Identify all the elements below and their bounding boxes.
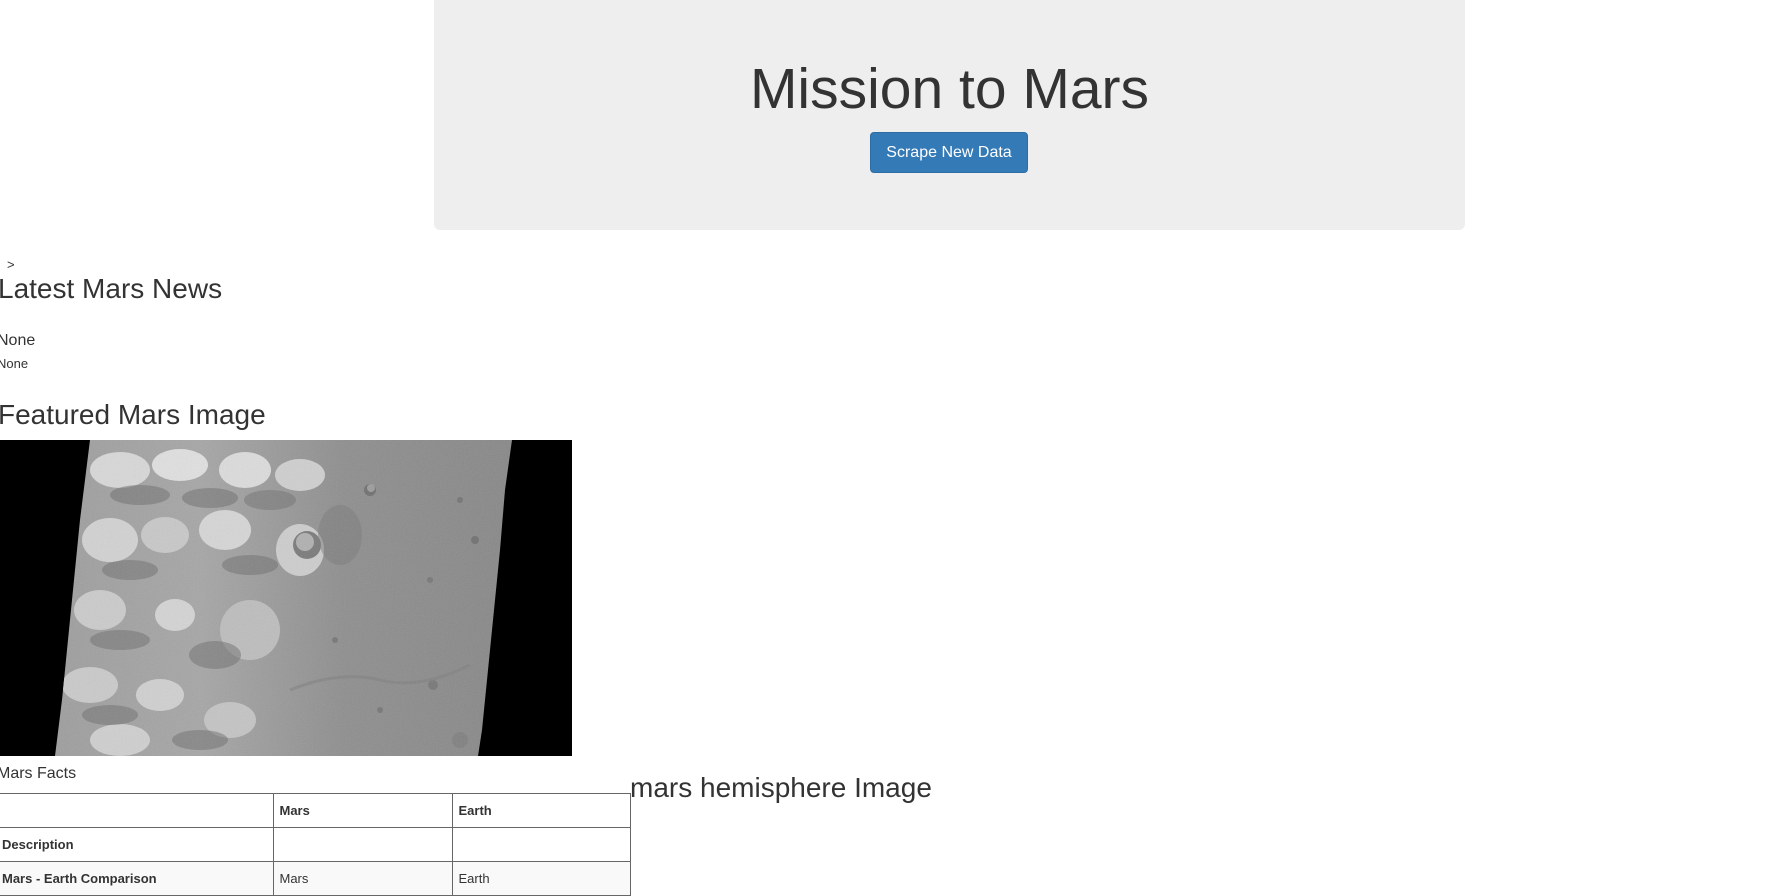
featured-image-heading: Featured Mars Image — [0, 399, 266, 430]
row-label: Description — [0, 827, 274, 862]
mars-terrain-photo — [0, 440, 572, 756]
news-paragraph: None — [0, 356, 29, 371]
mars-facts-table: Mars Earth Description Mars - Earth Comp… — [0, 793, 631, 896]
featured-mars-image — [0, 440, 572, 756]
table-row: Mars - Earth Comparison Mars Earth — [0, 861, 631, 896]
stray-text: > — [7, 257, 15, 272]
column-header — [0, 793, 274, 828]
latest-news-heading: Latest Mars News — [0, 273, 223, 304]
mars-facts-caption: Mars Facts — [0, 765, 77, 782]
column-header-earth: Earth — [451, 793, 631, 828]
column-header-mars: Mars — [272, 793, 453, 828]
page-title: Mission to Mars — [749, 57, 1150, 121]
news-title: None — [0, 332, 36, 349]
row-label: Mars - Earth Comparison — [0, 861, 274, 896]
table-cell — [451, 827, 631, 862]
jumbotron-header: Mission to Mars Scrape New Data — [434, 0, 1465, 230]
hemisphere-image-heading: mars hemisphere Image — [630, 772, 932, 803]
table-row: Description — [0, 827, 631, 862]
table-cell: Earth — [451, 861, 631, 896]
scrape-new-data-button[interactable]: Scrape New Data — [870, 132, 1028, 173]
table-header-row: Mars Earth — [0, 793, 631, 828]
table-cell — [272, 827, 453, 862]
table-cell: Mars — [272, 861, 453, 896]
